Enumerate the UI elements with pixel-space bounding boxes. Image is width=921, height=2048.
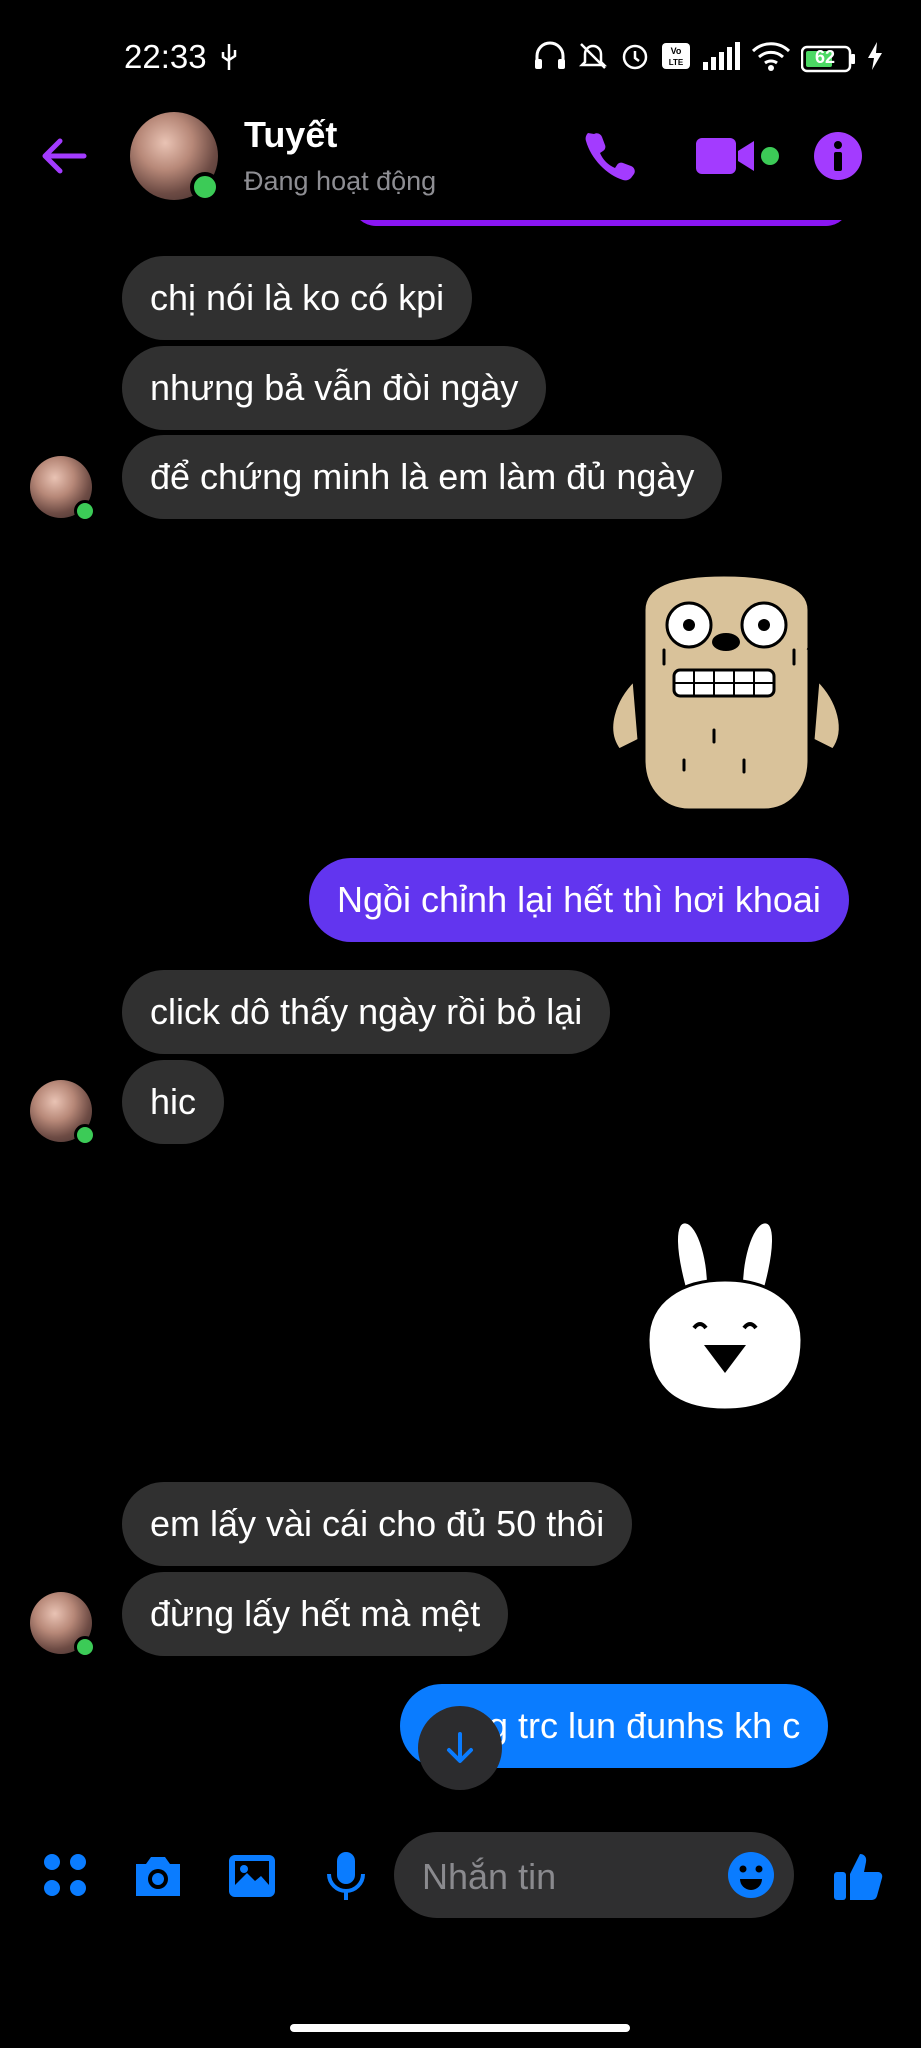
message-bubble[interactable]: để chứng minh là em làm đủ ngày <box>122 435 723 519</box>
online-indicator <box>74 1636 96 1658</box>
menu-grid-icon[interactable] <box>38 1848 94 1904</box>
sweating-dog-sticker[interactable] <box>594 570 858 814</box>
thumbs-up-icon[interactable] <box>830 1848 886 1904</box>
emoji-icon[interactable] <box>726 1850 776 1900</box>
message-input-placeholder: Nhắn tin <box>422 1856 557 1897</box>
my-message-bubble[interactable]: Ngồi chỉnh lại hết thì hơi khoai <box>309 858 849 942</box>
message-bubble[interactable]: đừng lấy hết mà mệt <box>122 1572 509 1656</box>
wifi-icon <box>751 41 791 76</box>
status-time: 22:33 <box>124 38 207 75</box>
online-indicator <box>74 1124 96 1146</box>
svg-text:Vo: Vo <box>671 46 682 56</box>
voice-call-button[interactable] <box>580 126 640 186</box>
message-bubble[interactable]: nhưng bả vẫn đòi ngày <box>122 346 547 430</box>
video-call-button[interactable] <box>694 126 784 186</box>
arrow-down-icon <box>447 1732 473 1763</box>
message-bubble[interactable]: hic <box>122 1060 225 1144</box>
battery-icon: 62 <box>801 45 857 73</box>
status-bar: 22:33 Vo LTE 62 <box>0 0 921 110</box>
signal-icon <box>701 42 741 75</box>
svg-text:LTE: LTE <box>669 58 684 67</box>
contact-name[interactable]: Tuyết <box>244 114 337 156</box>
mute-bell-icon <box>577 40 609 77</box>
usb-icon <box>218 42 240 77</box>
gallery-icon[interactable] <box>224 1848 280 1904</box>
message-bubble[interactable]: chị nói là ko có kpi <box>122 256 473 340</box>
message-bubble[interactable]: em lấy vài cái cho đủ 50 thôi <box>122 1482 633 1566</box>
online-indicator <box>74 500 96 522</box>
back-arrow-icon[interactable] <box>36 128 92 184</box>
online-indicator <box>190 172 220 202</box>
charging-icon <box>867 42 883 75</box>
microphone-icon[interactable] <box>318 1848 374 1904</box>
scroll-to-bottom-button[interactable] <box>418 1706 502 1790</box>
home-indicator[interactable] <box>290 2024 630 2032</box>
battery-level: 62 <box>815 46 836 67</box>
contact-status: Đang hoạt động <box>244 166 437 196</box>
happy-rabbit-sticker[interactable] <box>628 1220 822 1416</box>
alarm-icon <box>619 40 651 77</box>
headphones-icon <box>533 41 567 76</box>
info-icon[interactable] <box>808 126 868 186</box>
volte-icon: Vo LTE <box>661 42 691 75</box>
camera-icon[interactable] <box>130 1848 186 1904</box>
status-icons: Vo LTE 62 <box>533 40 883 77</box>
message-bubble[interactable]: click dô thấy ngày rồi bỏ lại <box>122 970 611 1054</box>
